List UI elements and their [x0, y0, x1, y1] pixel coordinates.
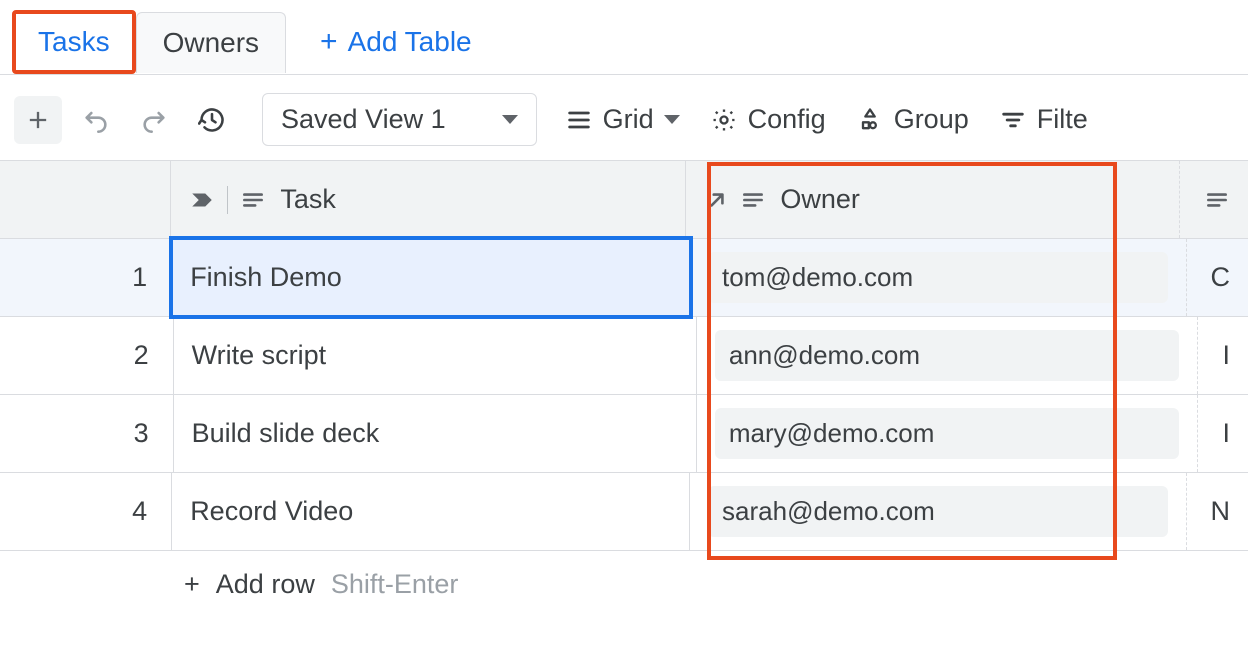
list-icon [565, 106, 593, 134]
data-grid: Task Owner 1 Finish Demo tom@demo.com C … [0, 160, 1248, 551]
owner-chip: tom@demo.com [708, 252, 1167, 303]
owner-header-label: Owner [780, 184, 860, 215]
row-number: 1 [0, 239, 172, 316]
task-header-label: Task [280, 184, 336, 215]
cell-extra[interactable]: C [1187, 239, 1248, 316]
cell-task[interactable]: Build slide deck [174, 395, 697, 472]
column-header-extra[interactable] [1180, 161, 1248, 238]
history-button[interactable] [188, 96, 236, 144]
grid-area: Task Owner 1 Finish Demo tom@demo.com C … [0, 160, 1248, 600]
cell-owner[interactable]: ann@demo.com [697, 317, 1199, 394]
cell-owner[interactable]: sarah@demo.com [690, 473, 1186, 550]
tab-owners[interactable]: Owners [136, 12, 286, 73]
undo-button[interactable] [72, 96, 120, 144]
text-icon [740, 187, 766, 213]
table-row[interactable]: 4 Record Video sarah@demo.com N [0, 473, 1248, 551]
saved-view-dropdown[interactable]: Saved View 1 [262, 93, 537, 146]
grid-view-dropdown[interactable]: Grid [555, 94, 690, 145]
text-icon [1204, 187, 1230, 213]
cell-extra[interactable]: I [1198, 395, 1248, 472]
table-row[interactable]: 3 Build slide deck mary@demo.com I [0, 395, 1248, 473]
redo-button[interactable] [130, 96, 178, 144]
filter-label: Filte [1037, 104, 1088, 135]
gear-icon [710, 106, 738, 134]
filter-button[interactable]: Filte [989, 94, 1098, 145]
add-row-label: Add row [216, 569, 315, 600]
column-header-task[interactable]: Task [171, 161, 686, 238]
header-row: Task Owner [0, 161, 1248, 239]
cell-owner[interactable]: mary@demo.com [697, 395, 1199, 472]
text-icon [240, 187, 266, 213]
chevron-down-icon [502, 115, 518, 124]
cell-extra[interactable]: I [1198, 317, 1248, 394]
group-button[interactable]: Group [846, 94, 979, 145]
arrow-out-icon [704, 187, 730, 213]
chevron-down-icon [664, 115, 680, 124]
owner-chip: mary@demo.com [715, 408, 1180, 459]
row-number: 3 [0, 395, 174, 472]
row-number: 4 [0, 473, 172, 550]
saved-view-label: Saved View 1 [281, 104, 446, 135]
config-button[interactable]: Config [700, 94, 836, 145]
add-button[interactable] [14, 96, 62, 144]
tab-tasks[interactable]: Tasks [12, 10, 136, 74]
add-row-button[interactable]: + Add row Shift-Enter [0, 551, 1248, 600]
add-table-label: Add Table [348, 26, 472, 58]
tag-icon [189, 187, 215, 213]
owner-chip: sarah@demo.com [708, 486, 1167, 537]
config-label: Config [748, 104, 826, 135]
plus-icon: + [320, 25, 338, 59]
cell-owner[interactable]: tom@demo.com [690, 239, 1186, 316]
grid-label: Grid [603, 104, 654, 135]
cell-extra[interactable]: N [1187, 473, 1248, 550]
table-row[interactable]: 1 Finish Demo tom@demo.com C [0, 239, 1248, 317]
row-number: 2 [0, 317, 174, 394]
table-tabs: Tasks Owners + Add Table [0, 0, 1248, 74]
table-row[interactable]: 2 Write script ann@demo.com I [0, 317, 1248, 395]
cell-task[interactable]: Finish Demo [172, 239, 690, 316]
filter-icon [999, 106, 1027, 134]
add-table-button[interactable]: + Add Table [300, 11, 492, 73]
column-header-owner[interactable]: Owner [686, 161, 1180, 238]
shapes-icon [856, 106, 884, 134]
cell-task[interactable]: Write script [174, 317, 697, 394]
redo-icon [140, 106, 168, 134]
undo-icon [82, 106, 110, 134]
toolbar: Saved View 1 Grid Config Group Filte [0, 74, 1248, 160]
owner-chip: ann@demo.com [715, 330, 1180, 381]
add-row-hint: Shift-Enter [331, 569, 459, 600]
divider [227, 186, 228, 214]
group-label: Group [894, 104, 969, 135]
history-icon [198, 106, 226, 134]
plus-icon [24, 106, 52, 134]
cell-task[interactable]: Record Video [172, 473, 690, 550]
header-rownum[interactable] [0, 161, 171, 238]
plus-icon: + [184, 569, 200, 600]
